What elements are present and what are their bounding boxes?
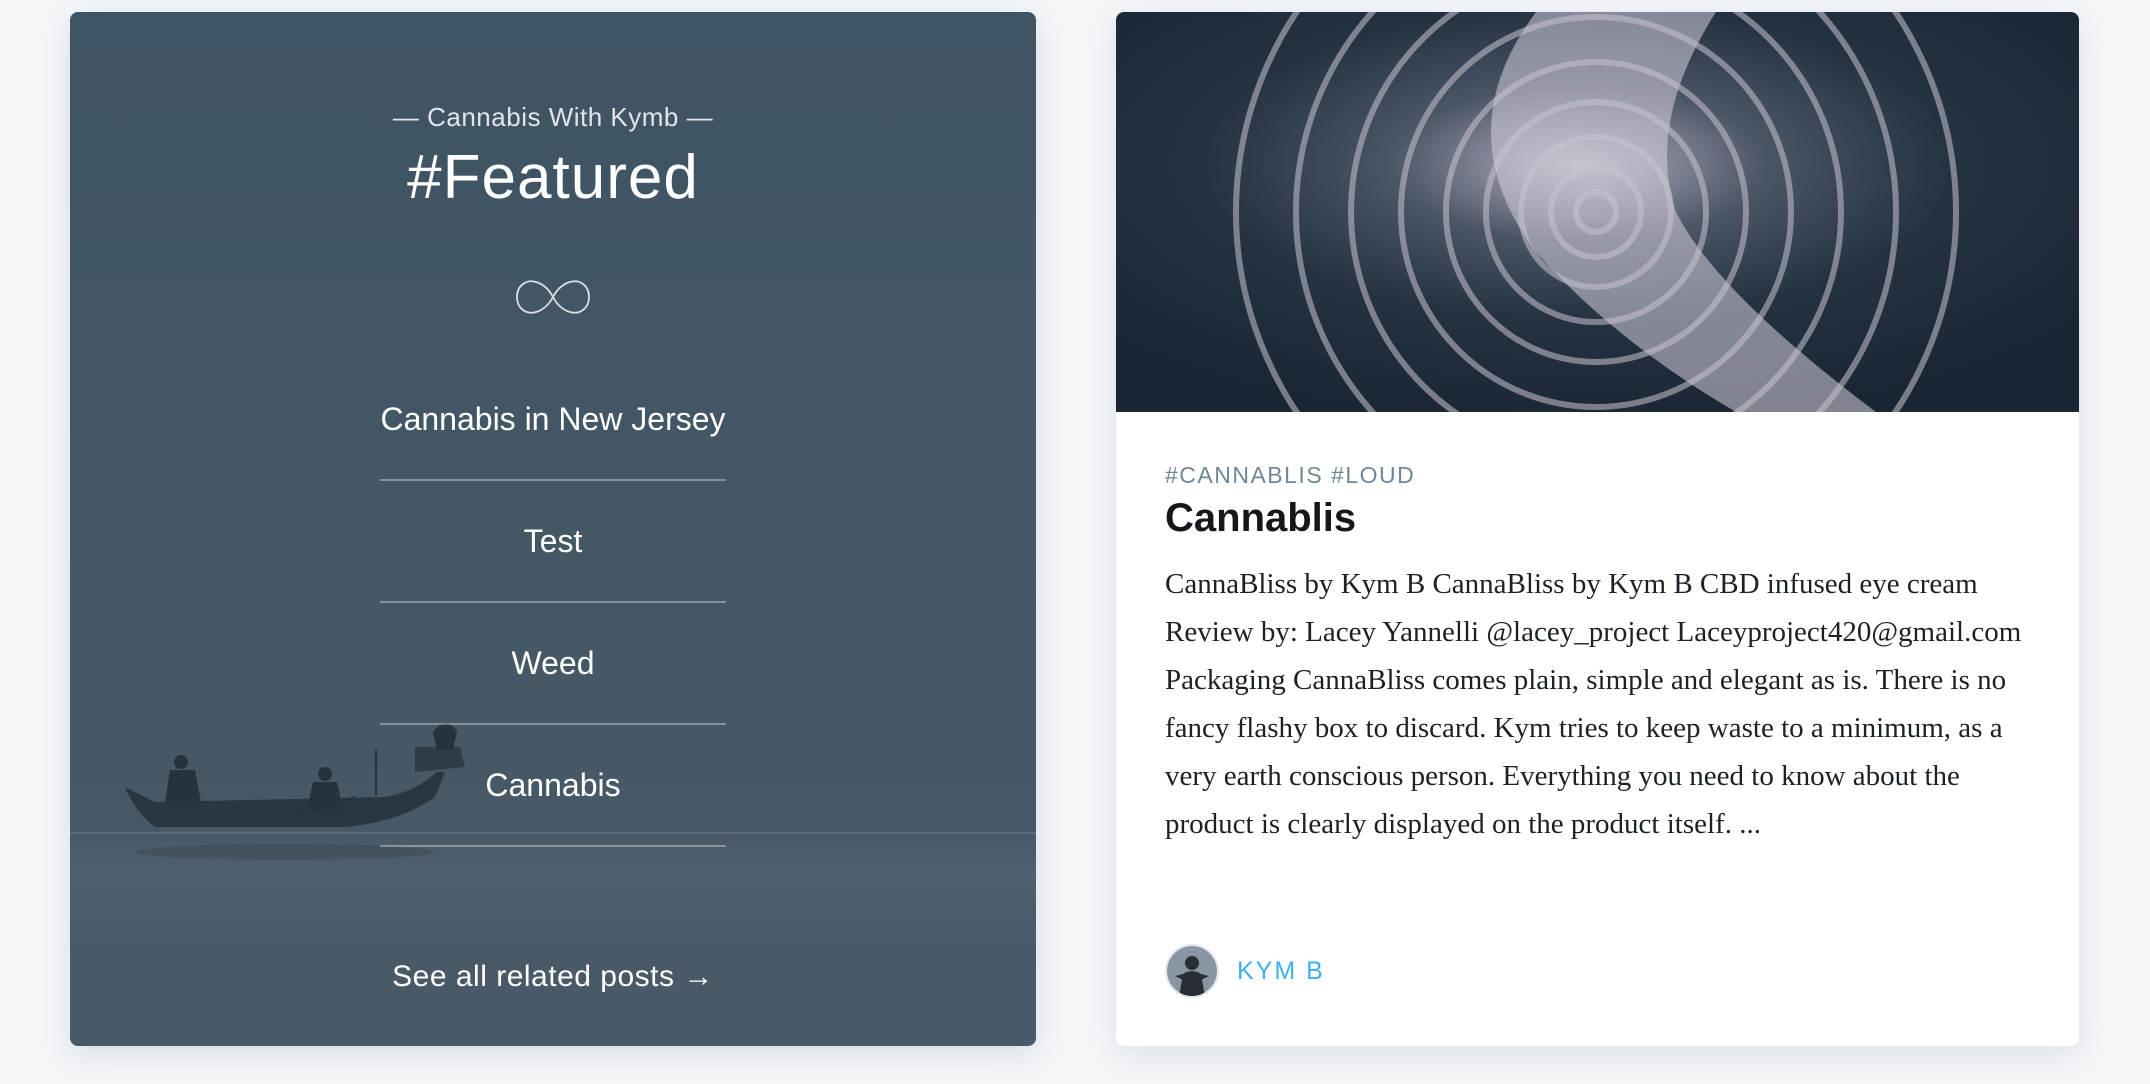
post-author[interactable]: KYM B xyxy=(1165,944,1325,998)
list-item: Weed xyxy=(380,603,726,725)
see-all-posts-link[interactable]: See all related posts → xyxy=(70,960,1036,994)
featured-title: #Featured xyxy=(407,143,699,212)
author-name[interactable]: KYM B xyxy=(1237,957,1325,986)
featured-post-list: Cannabis in New Jersey Test Weed Cannabi… xyxy=(380,359,726,847)
author-photo xyxy=(1167,946,1217,996)
featured-kicker: — Cannabis With Kymb — xyxy=(392,102,714,132)
post-excerpt: CannaBliss by Kym B CannaBliss by Kym B … xyxy=(1165,568,2022,840)
infinity-icon xyxy=(516,280,590,314)
post-tags[interactable]: #CANNABLIS #LOUD xyxy=(1165,462,1415,489)
post-card[interactable]: #CANNABLIS #LOUD Cannablis CannaBliss by… xyxy=(1116,12,2079,1046)
avatar[interactable] xyxy=(1165,944,1219,998)
featured-post-link[interactable]: Cannabis xyxy=(485,767,620,804)
list-item: Cannabis in New Jersey xyxy=(380,359,726,481)
list-item: Cannabis xyxy=(380,725,726,847)
list-item: Test xyxy=(380,481,726,603)
post-feature-image[interactable] xyxy=(1116,12,2079,412)
post-title[interactable]: Cannablis xyxy=(1165,496,1356,541)
featured-post-link[interactable]: Cannabis in New Jersey xyxy=(380,401,725,438)
featured-card: — Cannabis With Kymb — #Featured Cannabi… xyxy=(70,12,1036,1046)
featured-post-link[interactable]: Test xyxy=(524,523,583,560)
featured-post-link[interactable]: Weed xyxy=(511,645,594,682)
